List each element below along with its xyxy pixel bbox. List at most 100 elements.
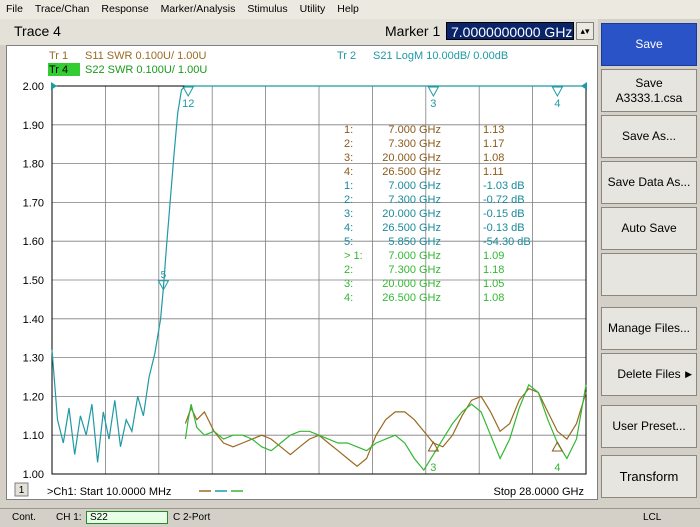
- menu-item-trace-chan[interactable]: Trace/Chan: [29, 0, 95, 19]
- softkey-label: Save: [635, 75, 663, 90]
- marker-table-id: 4:: [344, 166, 353, 178]
- stop-frequency-label: Stop 28.0000 GHz: [493, 486, 584, 498]
- marker-table-frequency: 7.300 GHz: [388, 264, 441, 276]
- marker-table-value: 1.08: [483, 292, 504, 304]
- marker-table-value: 1.09: [483, 250, 504, 262]
- marker-table-frequency: 5.850 GHz: [388, 236, 441, 248]
- chart-panel: 2.00 1.90 1.80 1.70 1.60 1.50 1.40 1.30 1.20 1.10…: [6, 45, 598, 500]
- marker-table-value: 1.18: [483, 264, 504, 276]
- marker-table-id: > 1:: [344, 250, 363, 262]
- reference-level-icon: [51, 82, 57, 90]
- y-tick-label: 1.70: [23, 197, 44, 209]
- trace-legend-text: S11 SWR 0.100U/ 1.00U: [85, 50, 207, 62]
- marker-label: Marker 1: [385, 23, 441, 39]
- trace-legend-text: S22 SWR 0.100U/ 1.00U: [85, 64, 207, 76]
- marker-table-frequency: 7.000 GHz: [388, 250, 441, 262]
- marker-table-id: 4:: [344, 222, 353, 234]
- menu-item-marker-analysis[interactable]: Marker/Analysis: [155, 0, 242, 19]
- y-tick-label: 1.60: [23, 236, 44, 248]
- marker-flag-icon: [182, 86, 195, 98]
- softkey-manage-files-button[interactable]: Manage Files...: [601, 307, 697, 350]
- menu-item-file[interactable]: File: [0, 0, 29, 19]
- marker-table-frequency: 20.000 GHz: [382, 208, 441, 220]
- menu-item-utility[interactable]: Utility: [294, 0, 332, 19]
- marker-table-value: 1.08: [483, 152, 504, 164]
- softkey-transform-button[interactable]: Transform: [601, 455, 697, 498]
- y-tick-label: 1.10: [23, 430, 44, 442]
- start-frequency-label: >Ch1: Start 10.0000 MHz: [47, 486, 171, 498]
- series-line-2: [184, 383, 587, 472]
- marker-frequency-input[interactable]: 7.0000000000 GHz: [446, 22, 574, 40]
- submenu-arrow-icon: ▶: [685, 369, 692, 379]
- trace-tag: Tr 1: [49, 50, 68, 62]
- softkey-label: Transform: [619, 469, 679, 484]
- marker-flag-icon: [427, 86, 440, 98]
- marker-table-value: -0.15 dB: [483, 208, 525, 220]
- menu-item-help[interactable]: Help: [331, 0, 365, 19]
- softkey-label: Save Data As...: [607, 175, 691, 189]
- softkey-label: Save: [635, 37, 663, 51]
- trace-legend-text: S21 LogM 10.00dB/ 0.00dB: [373, 50, 508, 62]
- softkey-save-button[interactable]: Save: [601, 23, 697, 66]
- softkey-user-preset-button[interactable]: User Preset...: [601, 405, 697, 448]
- softkey-label: Delete Files: [617, 367, 681, 381]
- marker-flag-label: 5: [161, 270, 167, 281]
- y-tick-label: 1.30: [23, 353, 44, 365]
- sweep-mode-status: Cont.: [12, 512, 36, 523]
- y-tick-label: 1.80: [23, 159, 44, 171]
- marker-table-frequency: 26.500 GHz: [382, 292, 441, 304]
- marker-flag-label: 3: [430, 462, 436, 474]
- marker-table-frequency: 7.000 GHz: [388, 180, 441, 192]
- marker-table-frequency: 26.500 GHz: [382, 222, 441, 234]
- softkey-delete-files-button[interactable]: Delete Files ▶: [601, 353, 697, 396]
- softkey-auto-save-button[interactable]: Auto Save: [601, 207, 697, 250]
- y-tick-label: 1.20: [23, 391, 44, 403]
- marker-table-value: 1.13: [483, 124, 504, 136]
- y-tick-label: 1.90: [23, 120, 44, 132]
- marker-table-value: -0.72 dB: [483, 194, 525, 206]
- menu-bar: File Trace/Chan Response Marker/Analysis Sti…: [0, 0, 700, 20]
- softkey-panel: Save Save A3333.1.csa Save As... Save Data A…: [598, 19, 700, 499]
- marker-table-value: -54.30 dB: [483, 236, 531, 248]
- trace-tag: Tr 4: [49, 64, 68, 76]
- softkey-save-data-as-button[interactable]: Save Data As...: [601, 161, 697, 204]
- status-bar: Cont. CH 1: S22 C 2-Port LCL: [0, 508, 700, 527]
- marker-table-id: 1:: [344, 124, 353, 136]
- marker-table-frequency: 20.000 GHz: [382, 278, 441, 290]
- softkey-label: Save As...: [621, 129, 677, 143]
- marker-table-id: 3:: [344, 278, 353, 290]
- marker-table-id: 2:: [344, 194, 353, 206]
- marker-table-frequency: 7.300 GHz: [388, 194, 441, 206]
- marker-flag-label: 12: [182, 98, 194, 110]
- marker-spin-icon[interactable]: ▴▾: [576, 22, 594, 40]
- marker-table-id: 5:: [344, 236, 353, 248]
- softkey-save-as-button[interactable]: Save As...: [601, 115, 697, 158]
- marker-table-id: 2:: [344, 264, 353, 276]
- marker-table-id: 1:: [344, 180, 353, 192]
- title-row: Trace 4 Marker 1 7.0000000000 GHz ▴▾: [0, 19, 598, 45]
- active-measurement-status[interactable]: S22: [86, 511, 168, 524]
- channel-badge-label: 1: [19, 485, 25, 496]
- marker-flag-label: 4: [554, 462, 560, 474]
- reference-level-icon: [581, 82, 587, 90]
- series-line-1: [184, 387, 587, 467]
- menu-item-stimulus[interactable]: Stimulus: [241, 0, 293, 19]
- marker-flag-label: 3: [430, 98, 436, 110]
- marker-table-value: -1.03 dB: [483, 180, 525, 192]
- marker-table-frequency: 26.500 GHz: [382, 166, 441, 178]
- marker-table-id: 4:: [344, 292, 353, 304]
- trace-tag: Tr 2: [337, 50, 356, 62]
- marker-table-value: 1.11: [483, 166, 504, 178]
- menu-item-response[interactable]: Response: [95, 0, 154, 19]
- softkey-save-button[interactable]: Save A3333.1.csa: [601, 69, 697, 112]
- marker-flag-icon: [551, 86, 564, 98]
- softkey-blank-button[interactable]: [601, 253, 697, 296]
- marker-flag-label: 4: [554, 98, 560, 110]
- remote-status: LCL: [643, 512, 662, 523]
- y-tick-label: 1.00: [23, 469, 44, 481]
- marker-table-id: 3:: [344, 208, 353, 220]
- softkey-label: Auto Save: [621, 221, 677, 235]
- marker-table-frequency: 7.300 GHz: [388, 138, 441, 150]
- marker-table-frequency: 7.000 GHz: [388, 124, 441, 136]
- calibration-status: C 2-Port: [173, 512, 211, 523]
